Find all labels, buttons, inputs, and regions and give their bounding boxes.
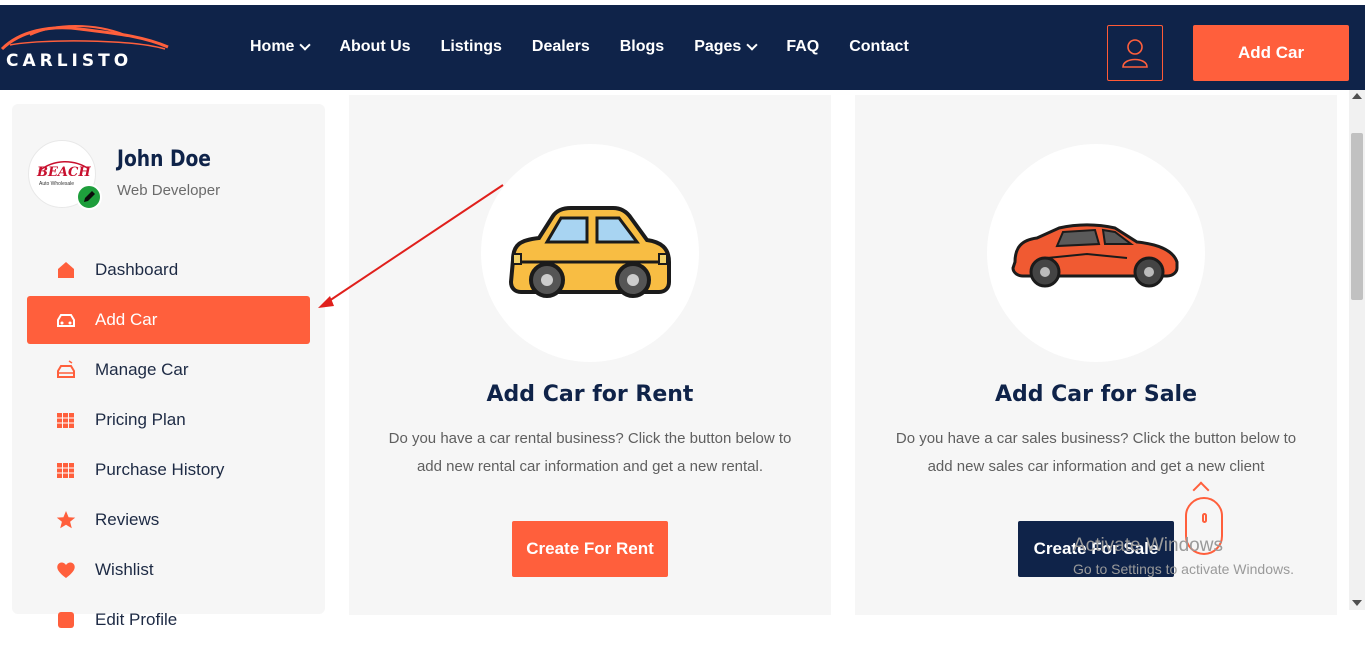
- nav-dealers[interactable]: Dealers: [532, 38, 590, 56]
- car-icon: [57, 314, 75, 327]
- nav-contact[interactable]: Contact: [849, 38, 909, 56]
- sidebar-item-manage-car[interactable]: Manage Car: [27, 346, 310, 394]
- nav-listings[interactable]: Listings: [441, 38, 502, 56]
- scroll-down-arrow-icon[interactable]: [1352, 600, 1362, 606]
- profile-name: John Doe: [117, 147, 212, 172]
- header-add-car-button[interactable]: Add Car: [1193, 25, 1349, 81]
- rent-illustration-circle: [481, 144, 699, 362]
- nav-home-label: Home: [250, 38, 295, 55]
- sidebar-menu: Dashboard Add Car Manage Car Pricing Pla…: [27, 246, 310, 646]
- heart-icon: [57, 562, 75, 578]
- user-icon: [1122, 39, 1148, 68]
- nav-contact-label: Contact: [849, 38, 909, 55]
- history-icon: [57, 463, 74, 478]
- edit-profile-icon: [58, 612, 74, 628]
- rent-card-title: Add Car for Rent: [486, 382, 694, 407]
- sidebar-item-label: Purchase History: [95, 460, 225, 479]
- main-nav: Home About Us Listings Dealers Blogs Pag…: [250, 38, 939, 56]
- car-manage-icon: [57, 360, 75, 378]
- sidebar-item-label: Add Car: [95, 310, 158, 329]
- watermark-title: Activate Windows: [1073, 535, 1223, 556]
- sidebar-item-label: Pricing Plan: [95, 410, 186, 429]
- star-icon: [56, 511, 76, 529]
- nav-home[interactable]: Home: [250, 38, 312, 56]
- pencil-icon: [84, 191, 95, 202]
- sale-illustration-circle: [987, 144, 1205, 362]
- sidebar-item-add-car[interactable]: Add Car: [27, 296, 310, 344]
- nav-pages[interactable]: Pages: [694, 38, 758, 56]
- nav-about-label: About Us: [339, 38, 411, 55]
- sidebar-item-dashboard[interactable]: Dashboard: [27, 246, 310, 294]
- sidebar-item-purchase-history[interactable]: Purchase History: [27, 446, 310, 494]
- chevron-down-icon: [746, 39, 758, 51]
- brand-name: CARLISTO: [6, 51, 133, 71]
- nav-faq[interactable]: FAQ: [786, 38, 819, 56]
- dashboard-icon: [58, 262, 74, 278]
- profile-role: Web Developer: [117, 182, 221, 199]
- sidebar-item-label: Reviews: [95, 510, 160, 529]
- pricing-icon: [57, 413, 74, 428]
- sidebar-item-pricing-plan[interactable]: Pricing Plan: [27, 396, 310, 444]
- red-sports-car-icon: [1011, 223, 1179, 288]
- avatar-logo-subtext: Auto Wholesale: [39, 181, 75, 187]
- nav-pages-label: Pages: [694, 38, 742, 55]
- windows-activation-watermark: Activate Windows Go to Settings to activ…: [1073, 535, 1294, 577]
- rent-card-description: Do you have a car rental business? Click…: [388, 430, 792, 475]
- sidebar-item-label: Wishlist: [95, 560, 154, 579]
- nav-faq-label: FAQ: [786, 38, 820, 55]
- nav-blogs-label: Blogs: [619, 38, 665, 55]
- sidebar-item-label: Edit Profile: [95, 610, 178, 629]
- yellow-car-icon: [508, 206, 671, 298]
- mouse-wheel-icon: [1202, 513, 1207, 523]
- add-car-rent-card: Add Car for Rent Do you have a car renta…: [349, 95, 831, 615]
- chevron-down-icon: [299, 39, 312, 51]
- avatar-logo-text: BEACH: [37, 165, 91, 180]
- user-account-button[interactable]: [1107, 25, 1163, 81]
- edit-avatar-button[interactable]: [76, 184, 102, 210]
- nav-about[interactable]: About Us: [339, 38, 410, 56]
- scrollbar-thumb[interactable]: [1351, 133, 1363, 300]
- sale-card-description: Do you have a car sales business? Click …: [895, 430, 1297, 475]
- scroll-up-arrow-icon[interactable]: [1352, 93, 1362, 99]
- sidebar-item-reviews[interactable]: Reviews: [27, 496, 310, 544]
- sidebar-item-label: Manage Car: [95, 360, 189, 379]
- create-for-rent-button[interactable]: Create For Rent: [512, 521, 668, 577]
- top-navbar: CARLISTO Home About Us Listings Dealers …: [0, 5, 1365, 90]
- sale-card-title: Add Car for Sale: [994, 382, 1198, 407]
- watermark-subtitle: Go to Settings to activate Windows.: [1073, 561, 1294, 577]
- sidebar-item-label: Dashboard: [95, 260, 179, 279]
- car-silhouette-logo-icon: [0, 25, 169, 51]
- nav-blogs[interactable]: Blogs: [620, 38, 664, 56]
- nav-listings-label: Listings: [440, 38, 502, 55]
- sidebar-item-wishlist[interactable]: Wishlist: [27, 546, 310, 594]
- nav-dealers-label: Dealers: [531, 38, 590, 55]
- sidebar-item-edit-profile[interactable]: Edit Profile: [27, 596, 310, 644]
